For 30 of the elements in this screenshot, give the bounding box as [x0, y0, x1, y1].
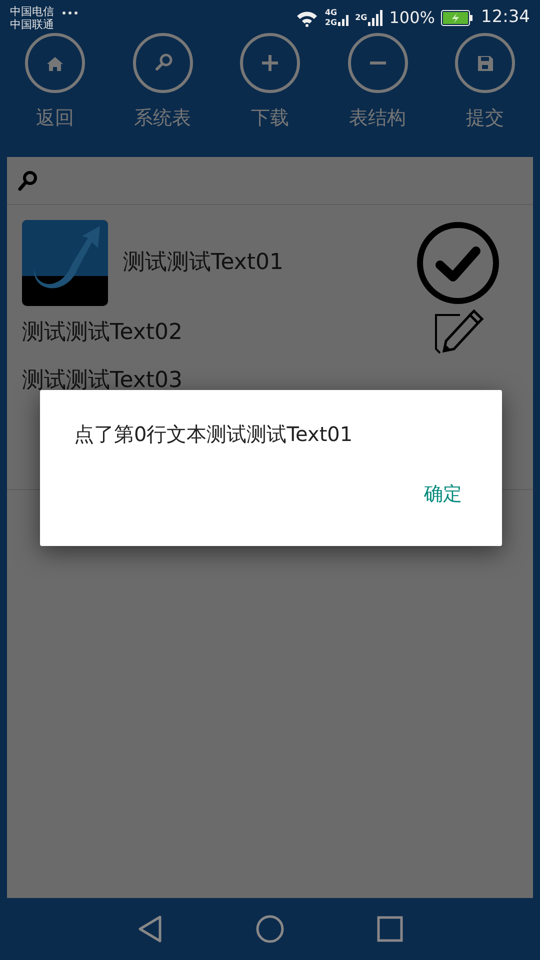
dialog-message: 点了第0行文本测试测试Text01 — [74, 422, 354, 446]
toolbar-button[interactable]: 返回 — [22, 32, 88, 157]
toolbar-button[interactable]: 提交 — [452, 32, 518, 157]
toolbar-button[interactable]: 系统表 — [130, 32, 196, 157]
home-icon — [24, 32, 86, 94]
plus-icon — [239, 32, 301, 94]
carrier-name: 中国联通 — [10, 18, 54, 31]
recent-apps-icon[interactable] — [377, 916, 404, 942]
network-label: 2G — [355, 13, 368, 23]
back-icon[interactable] — [136, 915, 163, 943]
network-label: 2G — [324, 18, 338, 28]
search-icon — [132, 32, 194, 94]
signal-icon — [368, 10, 384, 26]
home-icon[interactable] — [256, 915, 284, 943]
wifi-icon — [294, 9, 319, 27]
minus-icon — [346, 32, 408, 94]
carrier-name: 中国电信 — [10, 5, 54, 18]
list-item[interactable]: 测试测试Text02 — [7, 306, 533, 359]
check-circle-icon[interactable] — [416, 221, 500, 305]
toolbar-button[interactable]: 表结构 — [344, 32, 410, 157]
battery-percent: 100% — [389, 7, 435, 29]
confirm-button[interactable]: 确定 — [406, 470, 480, 518]
more-icon — [62, 10, 78, 16]
network-label: 4G — [324, 8, 338, 18]
battery-icon — [441, 10, 473, 26]
toolbar-button[interactable]: 下载 — [237, 32, 303, 157]
save-icon — [454, 32, 516, 94]
list-item[interactable]: 测试测试Text01 — [7, 219, 533, 306]
clock-time: 12:34 — [481, 6, 530, 30]
search-icon — [17, 170, 39, 192]
